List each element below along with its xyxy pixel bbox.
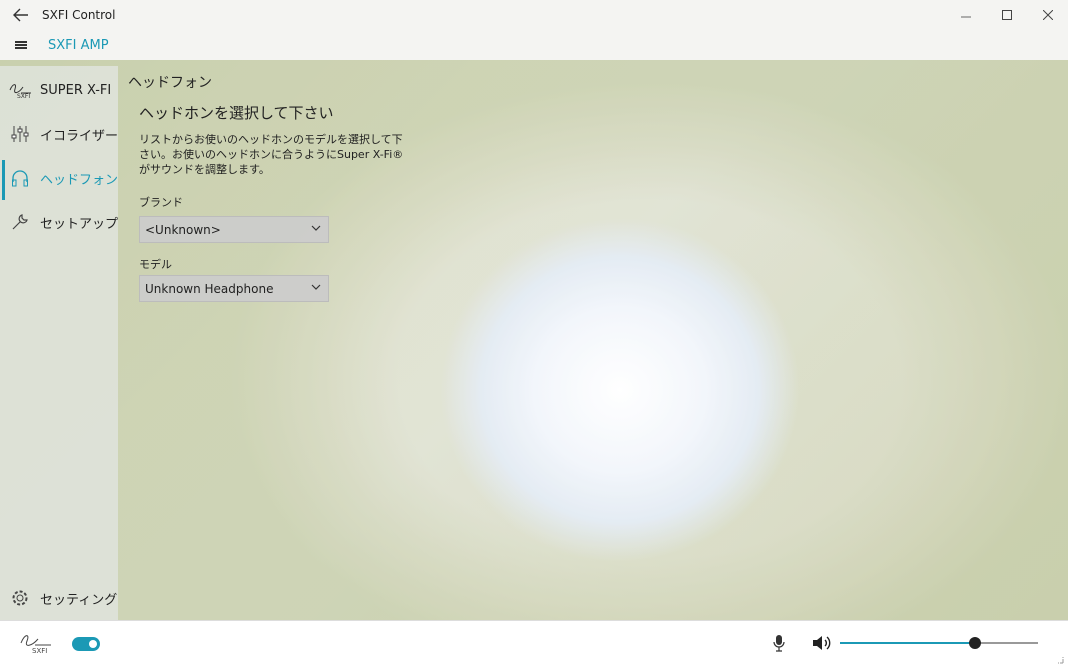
sidebar-item-settings[interactable]: セッティング <box>0 578 118 618</box>
minimize-button[interactable] <box>945 0 986 30</box>
brand-label: ブランド <box>139 196 183 209</box>
microphone-button[interactable] <box>772 634 786 656</box>
back-arrow-icon <box>13 8 28 22</box>
brand-value: <Unknown> <box>145 222 221 237</box>
microphone-icon <box>773 635 785 652</box>
headphones-icon <box>0 169 40 187</box>
sidebar-item-label: イコライザー <box>40 128 119 144</box>
page-title: ヘッドフォン <box>128 75 212 91</box>
close-button[interactable] <box>1027 0 1068 30</box>
main-panel: ヘッドフォン ヘッドホンを選択して下さい リストからお使いのヘッドホンのモデルを… <box>118 66 1068 620</box>
model-dropdown[interactable]: Unknown Headphone <box>139 275 329 302</box>
back-button[interactable] <box>0 0 42 30</box>
sidebar: SXFI SUPER X-FI イコライザー ヘッドフォン セットアップ セッテ… <box>0 66 118 620</box>
sidebar-item-super-xfi[interactable]: SXFI SUPER X-FI <box>0 70 118 110</box>
wrench-icon <box>0 213 40 231</box>
app-title: SXFI Control <box>42 8 116 22</box>
window-controls <box>945 0 1068 30</box>
brand-dropdown[interactable]: <Unknown> <box>139 216 329 243</box>
super-xfi-logo-icon: SXFI <box>0 81 40 99</box>
sxfi-logo-icon: SXFI <box>18 631 54 659</box>
bottom-bar: SXFI <box>0 620 1068 667</box>
device-name: SXFI AMP <box>48 37 109 53</box>
title-bar: SXFI Control <box>0 0 1068 30</box>
equalizer-icon <box>0 125 40 143</box>
speaker-icon <box>813 636 831 650</box>
model-label: モデル <box>139 258 172 271</box>
sidebar-item-label: セットアップ <box>40 216 119 232</box>
svg-text:SXFI: SXFI <box>32 647 47 655</box>
model-value: Unknown Headphone <box>145 281 274 296</box>
volume-fill <box>840 642 975 644</box>
volume-slider[interactable] <box>840 637 1038 649</box>
svg-text:SXFI: SXFI <box>17 93 30 99</box>
sidebar-item-label: ヘッドフォン <box>40 172 119 188</box>
sidebar-item-label: SUPER X-FI <box>40 82 112 98</box>
minimize-icon <box>960 16 971 18</box>
maximize-icon <box>1001 10 1012 20</box>
sidebar-item-label: セッティング <box>40 592 118 608</box>
close-icon <box>1042 10 1053 20</box>
sidebar-item-equalizer[interactable]: イコライザー <box>0 114 118 154</box>
header-bar: SXFI AMP <box>0 30 1068 60</box>
description-text: リストからお使いのヘッドホンのモデルを選択して下さい。お使いのヘッドホンに合うよ… <box>139 133 404 176</box>
sidebar-item-setup[interactable]: セットアップ <box>0 202 118 242</box>
section-title: ヘッドホンを選択して下さい <box>139 104 334 122</box>
menu-button[interactable] <box>0 41 42 49</box>
gear-icon <box>0 589 40 607</box>
chevron-down-icon <box>311 284 321 290</box>
maximize-button[interactable] <box>986 0 1027 30</box>
chevron-down-icon <box>311 225 321 231</box>
hamburger-icon <box>15 41 27 49</box>
volume-thumb[interactable] <box>968 637 981 649</box>
speaker-button[interactable] <box>812 634 832 656</box>
resize-grip-icon[interactable] <box>1056 656 1064 664</box>
sxfi-toggle[interactable] <box>72 637 100 651</box>
sidebar-item-headphones[interactable]: ヘッドフォン <box>0 158 119 200</box>
